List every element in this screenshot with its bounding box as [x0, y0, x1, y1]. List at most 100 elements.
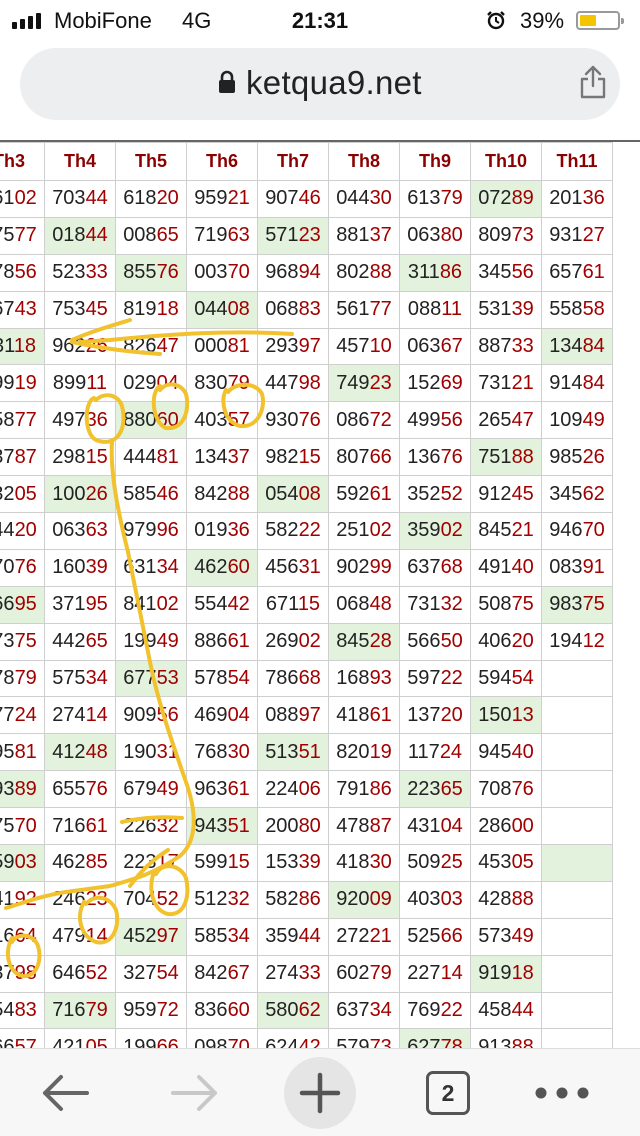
result-number-tail: 98 [14, 962, 37, 985]
result-number-tail: 44 [298, 925, 321, 948]
result-number-tail: 61 [582, 261, 605, 284]
result-number-tail: 79 [14, 667, 37, 690]
result-cell: 44265 [44, 622, 116, 661]
result-cell: 76922 [399, 991, 471, 1030]
result-number-head: 286 [478, 814, 512, 837]
result-number-head: 561 [336, 298, 370, 321]
result-number-tail: 30 [227, 740, 250, 763]
result-cell: 37856 [0, 253, 45, 292]
tabs-button[interactable]: 2 [418, 1049, 478, 1136]
result-cell: 25102 [328, 512, 400, 550]
result-cell: 44420 [0, 512, 45, 550]
result-number-head: 491 [478, 556, 512, 579]
status-bar: MobiFone 4G 21:31 39% [0, 0, 640, 40]
result-cell: 57123 [257, 216, 329, 255]
result-cell: 05408 [257, 475, 329, 514]
result-cell: 36657 [0, 1028, 45, 1048]
result-number-head: 826 [123, 335, 157, 357]
result-number-head: 370 [0, 556, 15, 579]
result-number-head: 769 [407, 999, 441, 1022]
result-cell: 22632 [115, 807, 187, 846]
result-number-tail: 33 [511, 335, 534, 357]
result-number-tail: 21 [511, 371, 534, 394]
result-number-tail: 75 [14, 630, 37, 653]
result-cell: 65903 [0, 844, 45, 882]
result-number-tail: 65 [85, 630, 108, 653]
result-number-tail: 34 [227, 925, 250, 948]
result-number-head: 000 [194, 335, 228, 357]
new-tab-button[interactable] [284, 1057, 356, 1129]
result-cell: 73121 [470, 364, 542, 403]
result-cell [541, 844, 613, 882]
result-number-tail: 89 [511, 187, 534, 210]
forward-button[interactable] [160, 1049, 230, 1136]
result-cell: 15269 [399, 364, 471, 403]
result-number-head: 003 [194, 261, 228, 284]
share-icon[interactable] [578, 64, 608, 100]
result-number-head: 199 [123, 1035, 157, 1048]
result-cell: 90299 [328, 548, 400, 587]
result-number-tail: 99 [369, 556, 392, 579]
result-number-head: 599 [194, 851, 228, 874]
result-number-tail: 61 [85, 814, 108, 837]
result-number-tail: 87 [369, 814, 392, 837]
result-cell [541, 807, 613, 846]
back-button[interactable] [30, 1049, 100, 1136]
result-number-head: 499 [407, 408, 441, 431]
result-number-head: 679 [123, 777, 157, 800]
result-cell: 47914 [44, 917, 116, 956]
battery-icon [576, 11, 624, 30]
result-cell: 67115 [257, 585, 329, 624]
result-number-tail: 05 [14, 482, 37, 505]
result-cell: 76830 [186, 733, 258, 772]
result-cell: 00081 [186, 327, 258, 366]
result-number-head: 224 [265, 777, 299, 800]
url-text[interactable]: ketqua9.net [246, 64, 422, 102]
result-number-head: 786 [265, 667, 299, 690]
result-number-head: 134 [194, 445, 228, 468]
result-number-tail: 03 [14, 851, 37, 874]
result-number-tail: 15 [227, 851, 250, 874]
result-number-tail: 54 [227, 667, 250, 690]
result-number-tail: 10 [369, 335, 392, 357]
results-table-container[interactable]: Th3Th4Th5Th6Th7Th8Th9Th10Th11 2610270344… [0, 140, 640, 1048]
result-number-head: 959 [123, 999, 157, 1022]
result-number-head: 968 [265, 261, 299, 284]
result-cell: 91484 [541, 364, 613, 403]
result-number-tail: 45 [85, 298, 108, 321]
address-bar[interactable]: ketqua9.net [20, 48, 620, 120]
result-number-head: 044 [194, 298, 228, 321]
result-cell: 98215 [257, 438, 329, 477]
table-row: 7772427414909564690408897418611372015013 [0, 696, 613, 735]
more-menu-button[interactable] [530, 1049, 594, 1136]
result-number-tail: 22 [440, 999, 463, 1022]
result-number-tail: 76 [440, 445, 463, 468]
result-number-head: 919 [478, 962, 512, 985]
result-cell: 63734 [328, 991, 400, 1030]
result-number-tail: 42 [298, 1035, 321, 1048]
result-number-head: 359 [407, 519, 441, 542]
result-number-head: 444 [123, 445, 157, 468]
result-number-tail: 44 [511, 999, 534, 1022]
result-number-tail: 63 [227, 224, 250, 247]
result-number-head: 458 [478, 999, 512, 1022]
result-number-tail: 97 [298, 335, 321, 357]
result-number-tail: 88 [511, 888, 534, 911]
result-number-head: 068 [336, 593, 370, 616]
result-number-head: 134 [549, 335, 583, 357]
table-row: 5166447914452975853435944272215256657349 [0, 917, 613, 956]
result-number-tail: 69 [440, 371, 463, 394]
result-number-tail: 32 [156, 814, 179, 837]
result-cell: 67753 [115, 659, 187, 698]
result-number-tail: 04 [227, 703, 250, 726]
result-number-tail: 76 [298, 408, 321, 431]
result-number-head: 946 [549, 519, 583, 542]
result-number-head: 371 [52, 593, 86, 616]
result-cell: 27221 [328, 917, 400, 956]
result-number-head: 731 [407, 593, 441, 616]
result-cell: 10026 [44, 475, 116, 514]
column-header: Th9 [399, 142, 471, 181]
result-cell: 26902 [257, 622, 329, 661]
result-number-head: 200 [265, 814, 299, 837]
result-number-tail: 26 [582, 445, 605, 468]
